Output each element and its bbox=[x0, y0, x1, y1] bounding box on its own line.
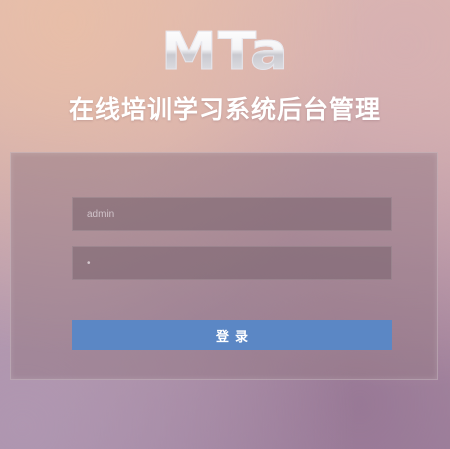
username-input[interactable] bbox=[72, 197, 392, 231]
app-logo: MTa bbox=[0, 24, 450, 81]
login-panel: 登录 bbox=[10, 152, 438, 380]
login-button[interactable]: 登录 bbox=[72, 320, 392, 350]
page-title: 在线培训学习系统后台管理 bbox=[68, 95, 381, 124]
password-input[interactable] bbox=[72, 246, 392, 280]
